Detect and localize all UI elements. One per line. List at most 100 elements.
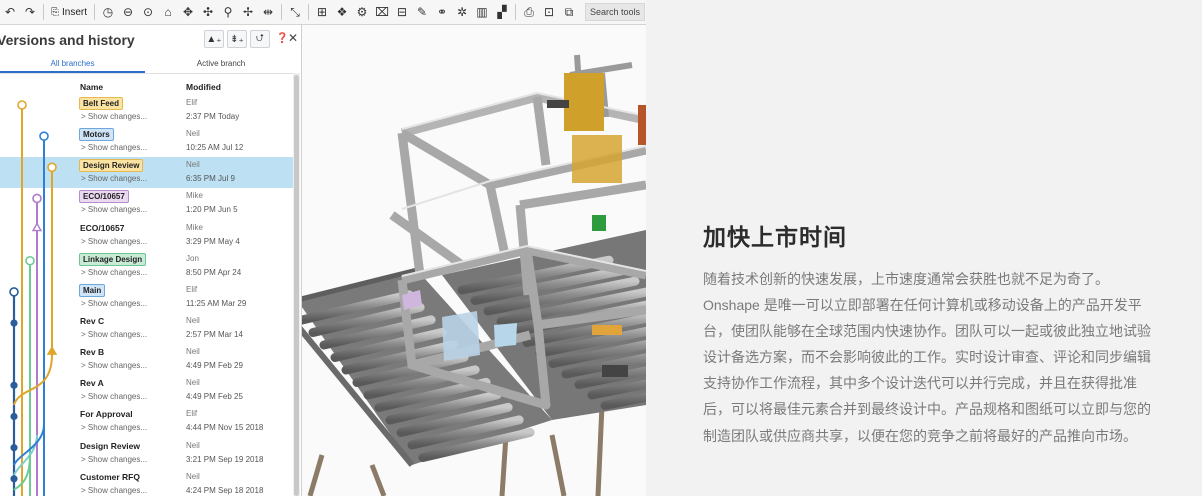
version-author: Neil (186, 347, 200, 357)
merge-icon: ⮍ (255, 32, 264, 44)
version-date: 4:49 PM Feb 29 (186, 361, 243, 371)
versions-panel: Versions and history ▲₊ ⇟₊ ⮍ ❓ ✕ All bra… (0, 25, 302, 496)
tab-active-branch[interactable]: Active branch (146, 59, 296, 68)
column-header-modified[interactable]: Modified (186, 82, 221, 92)
transform-icon[interactable]: ✣ (198, 2, 218, 22)
show-changes-link[interactable]: > Show changes... (81, 330, 147, 339)
shell-icon[interactable]: ⊖ (118, 2, 138, 22)
merge-marker (31, 222, 43, 232)
history-icon[interactable]: ◷ (98, 2, 118, 22)
version-date: 2:57 PM Mar 14 (186, 329, 243, 339)
version-name[interactable]: Customer RFQ (80, 472, 140, 482)
branch-icon: ⇟₊ (230, 33, 244, 45)
redo-icon[interactable]: ↷ (20, 2, 40, 22)
version-author: Jon (186, 253, 199, 263)
sketch-icon[interactable]: ⌧ (372, 2, 392, 22)
trim-icon[interactable]: ⤡ (285, 2, 305, 22)
mirror-icon[interactable]: ⇹ (258, 2, 278, 22)
show-changes-link[interactable]: > Show changes... (81, 486, 147, 495)
drawing-icon[interactable]: ✎ (412, 2, 432, 22)
close-icon[interactable]: ✕ (288, 31, 298, 45)
toolbar-divider (515, 4, 517, 20)
version-node[interactable] (10, 475, 18, 483)
version-date: 10:25 AM Jul 12 (186, 143, 244, 153)
align-icon[interactable]: ▥ (472, 2, 492, 22)
search-tools-button[interactable]: Search tools (585, 3, 646, 21)
create-version-icon: ▲₊ (206, 33, 222, 45)
section-icon[interactable]: ❖ (332, 2, 352, 22)
fillet-icon[interactable]: ⊙ (138, 2, 158, 22)
version-name[interactable]: Design Review (80, 441, 140, 451)
insert-button[interactable]: ⎘ Insert (47, 2, 91, 22)
version-node[interactable] (39, 131, 49, 141)
show-changes-link[interactable]: > Show changes... (81, 174, 147, 183)
version-node[interactable] (25, 255, 35, 266)
version-date: 8:50 PM Apr 24 (186, 267, 242, 277)
version-tag[interactable]: Motors (79, 128, 114, 142)
green-sensor (592, 215, 606, 231)
help-icon[interactable]: ❓ (276, 33, 288, 44)
version-date: 3:29 PM May 4 (186, 236, 240, 246)
settings-icon[interactable]: ✲ (452, 2, 472, 22)
create-branch-button[interactable]: ⇟₊ (227, 30, 247, 48)
pattern-icon[interactable]: ✥ (178, 2, 198, 22)
version-tag[interactable]: Design Review (79, 159, 144, 173)
version-node[interactable] (10, 319, 18, 327)
panel-scrollbar[interactable] (293, 73, 300, 496)
show-changes-link[interactable]: > Show changes... (81, 392, 147, 401)
branch-graph (9, 100, 58, 496)
merge-button[interactable]: ⮍ (250, 30, 270, 48)
version-node[interactable] (9, 287, 19, 297)
create-version-button[interactable]: ▲₊ (204, 30, 224, 48)
mate-icon[interactable]: ✢ (238, 2, 258, 22)
table-icon[interactable]: ⊟ (392, 2, 412, 22)
section-view-icon[interactable]: ▞ (492, 2, 512, 22)
merge-marker (46, 345, 58, 355)
version-date: 11:25 AM Mar 29 (186, 298, 247, 308)
version-tag[interactable]: Main (79, 283, 106, 297)
red-marker-panel (638, 105, 646, 145)
show-changes-link[interactable]: > Show changes... (81, 237, 147, 246)
version-name[interactable]: ECO/10657 (80, 223, 124, 233)
tab-all-branches[interactable]: All branches (0, 59, 145, 73)
assembly-icon[interactable]: ⚲ (218, 2, 238, 22)
version-name[interactable]: Rev A (80, 378, 104, 388)
export-icon[interactable]: ⎙ (519, 2, 539, 22)
scrollbar-thumb[interactable] (294, 75, 299, 496)
chamfer-icon[interactable]: ⌂ (158, 2, 178, 22)
version-node[interactable] (10, 381, 18, 389)
version-node[interactable] (47, 162, 57, 173)
version-name[interactable]: Rev C (80, 316, 104, 326)
version-name[interactable]: For Approval (80, 409, 133, 419)
show-changes-link[interactable]: > Show changes... (81, 299, 147, 308)
section-body: 随着技术创新的快速发展，上市速度通常会获胜也就不足为奇了。 Onshape 是唯… (703, 266, 1155, 449)
measure-icon[interactable]: ⊞ (312, 2, 332, 22)
version-node[interactable] (17, 100, 27, 110)
version-tag[interactable]: ECO/10657 (79, 190, 129, 204)
column-header-name[interactable]: Name (80, 82, 103, 92)
version-node[interactable] (32, 193, 42, 204)
show-changes-link[interactable]: > Show changes... (81, 143, 147, 152)
version-author: Neil (186, 471, 200, 481)
version-tag[interactable]: Linkage Design (79, 252, 147, 266)
version-node[interactable] (10, 444, 18, 452)
version-author: Mike (186, 191, 203, 201)
show-changes-link[interactable]: > Show changes... (81, 455, 147, 464)
orbit-icon[interactable]: ⚭ (432, 2, 452, 22)
show-changes-link[interactable]: > Show changes... (81, 361, 147, 370)
show-changes-link[interactable]: > Show changes... (81, 205, 147, 214)
show-changes-link[interactable]: > Show changes... (81, 423, 147, 432)
show-changes-link[interactable]: > Show changes... (81, 268, 147, 277)
cad-viewport[interactable] (302, 25, 646, 496)
version-author: Mike (186, 222, 203, 232)
yellow-bracket (592, 325, 622, 335)
undo-icon[interactable]: ↶ (0, 2, 20, 22)
release-icon[interactable]: ⊡ (539, 2, 559, 22)
version-name[interactable]: Rev B (80, 347, 104, 357)
fullscreen-icon[interactable]: ⧉ (559, 2, 579, 22)
show-changes-link[interactable]: > Show changes... (81, 112, 147, 121)
version-node[interactable] (10, 412, 18, 421)
conveyor-assembly-model[interactable] (302, 25, 646, 496)
render-icon[interactable]: ⚙ (352, 2, 372, 22)
version-tag[interactable]: Belt Feed (79, 97, 124, 110)
